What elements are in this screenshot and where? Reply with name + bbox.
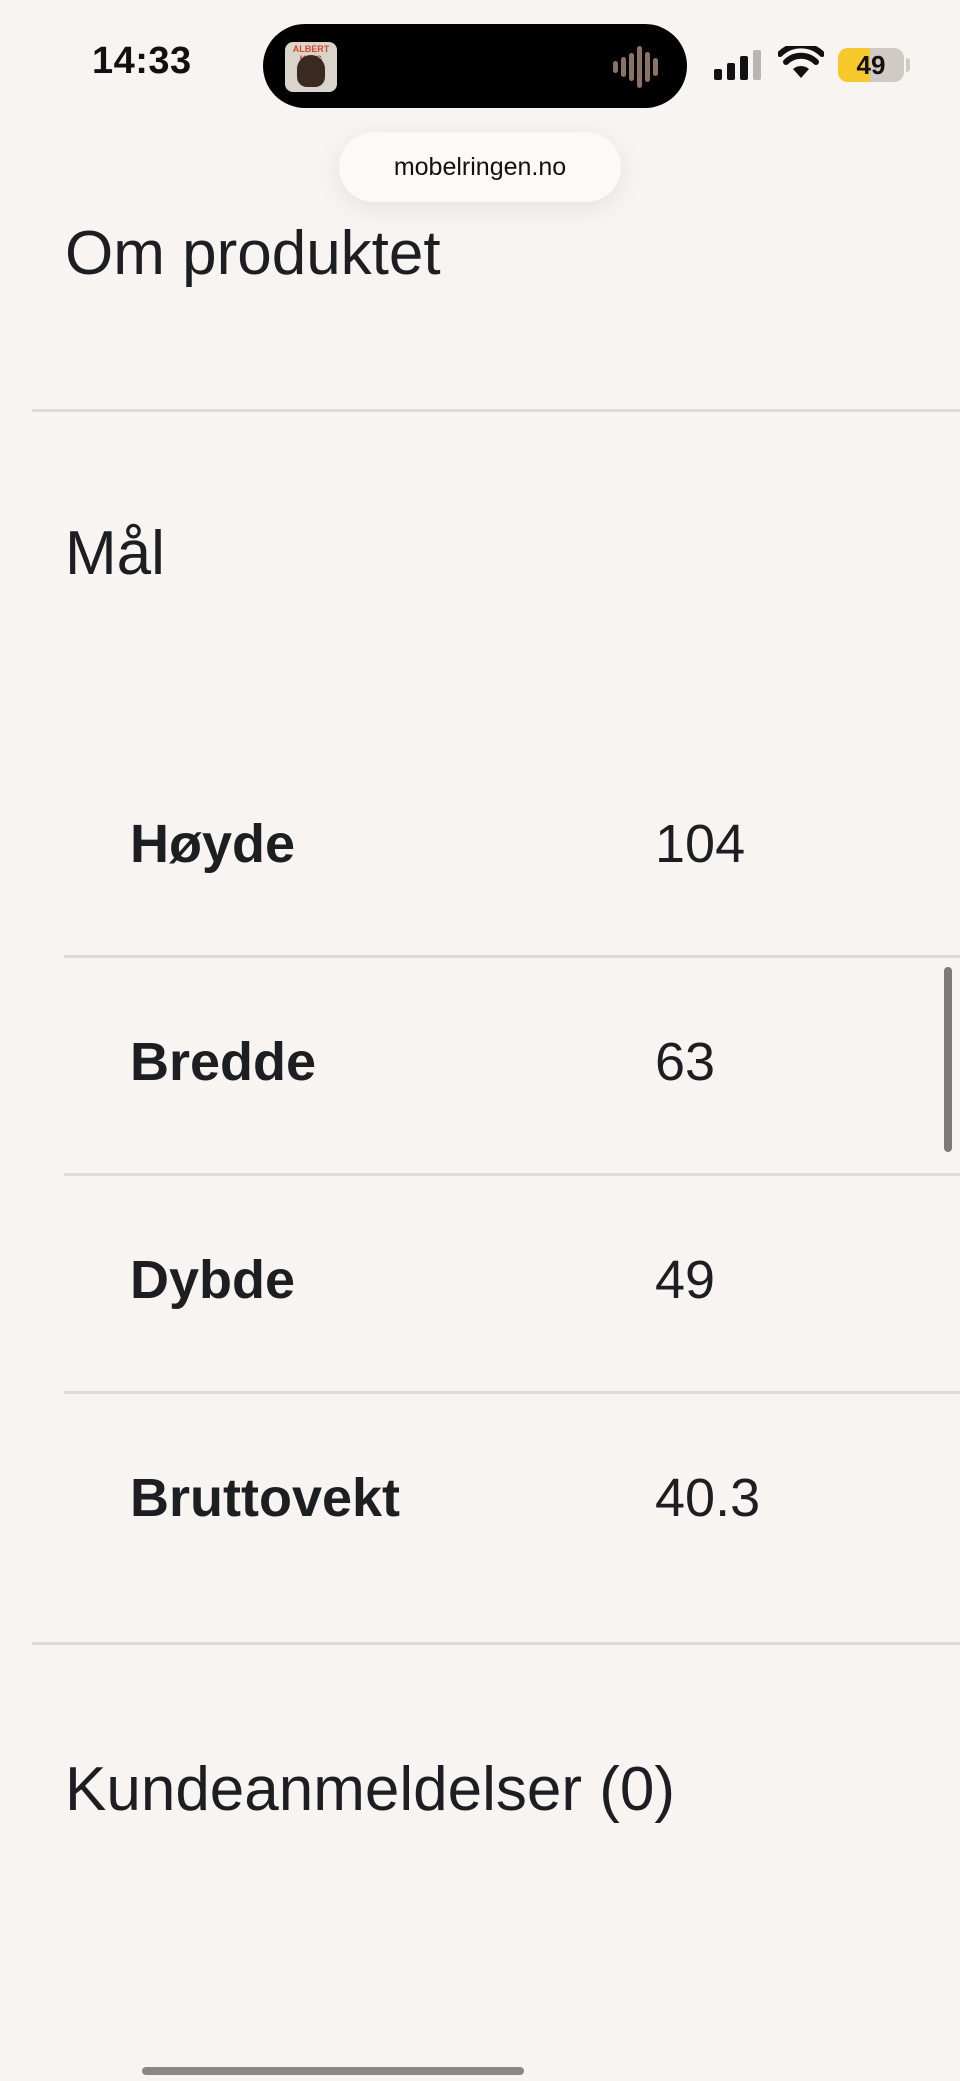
about-product-heading[interactable]: Om produktet — [65, 218, 441, 289]
section-divider — [32, 1642, 960, 1645]
home-indicator[interactable] — [142, 2067, 524, 2075]
customer-reviews-heading[interactable]: Kundeanmeldelser (0) — [65, 1754, 675, 1825]
spec-label: Høyde — [130, 814, 296, 874]
spec-label: Bredde — [130, 1032, 317, 1092]
spec-row-depth: Dybde 49 — [0, 1230, 960, 1330]
spec-value: 40.3 — [655, 1468, 761, 1528]
dynamic-island-now-playing[interactable]: ALBERT KING — [263, 24, 687, 108]
row-divider — [64, 1391, 960, 1394]
spec-value: 63 — [655, 1032, 716, 1092]
spec-label: Dybde — [130, 1250, 296, 1310]
dimensions-heading[interactable]: Mål — [65, 518, 165, 589]
signal-bars-icon — [714, 50, 761, 80]
album-art-figure — [297, 55, 325, 87]
battery-icon: 49 — [838, 48, 904, 82]
battery-nub — [906, 58, 910, 72]
spec-label: Bruttovekt — [130, 1468, 401, 1528]
spec-row-height: Høyde 104 — [0, 794, 960, 894]
album-art-thumbnail: ALBERT KING — [285, 42, 337, 92]
section-divider — [32, 409, 960, 412]
status-bar-time: 14:33 — [92, 40, 192, 82]
spec-row-gross-weight: Bruttovekt 40.3 — [0, 1448, 960, 1548]
scrollbar-thumb[interactable] — [944, 967, 952, 1152]
spec-row-width: Bredde 63 — [0, 1012, 960, 1112]
address-bar[interactable]: mobelringen.no — [339, 132, 621, 202]
spec-value: 49 — [655, 1250, 716, 1310]
row-divider — [64, 955, 960, 958]
battery-level: 49 — [856, 50, 886, 80]
audio-waveform-icon — [613, 46, 658, 88]
spec-value: 104 — [655, 814, 746, 874]
wifi-icon — [778, 46, 824, 78]
row-divider — [64, 1173, 960, 1176]
